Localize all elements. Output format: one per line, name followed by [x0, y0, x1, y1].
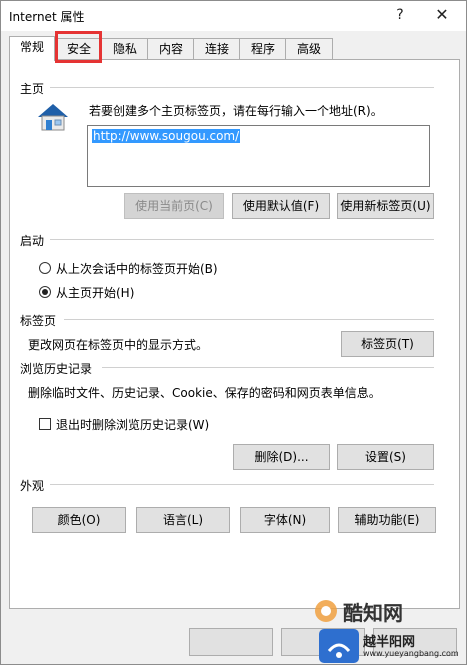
startup-divider	[50, 239, 434, 240]
general-panel: 主页 若要创建多个主页标签页，请在每行输入一个地址(R)。 http://www…	[9, 59, 460, 609]
delete-on-exit-label: 退出时删除浏览历史记录(W)	[56, 418, 210, 432]
close-button[interactable]: ✕	[429, 4, 455, 26]
accessibility-button[interactable]: 辅助功能(E)	[338, 507, 436, 533]
homepage-url-textarea[interactable]: http://www.sougou.com/	[87, 125, 430, 187]
homepage-url-text: http://www.sougou.com/	[92, 129, 241, 143]
watermark-flame-icon	[315, 600, 337, 622]
tabs-settings-button[interactable]: 标签页(T)	[341, 331, 434, 357]
tabs-divider	[64, 319, 434, 320]
tab-general[interactable]: 常规	[9, 36, 55, 61]
tab-content[interactable]: 内容	[147, 38, 195, 59]
start-homepage-label: 从主页开始(H)	[56, 286, 135, 300]
appearance-section-label: 外观	[20, 479, 45, 493]
homepage-section-label: 主页	[20, 82, 45, 96]
title-bar: Internet 属性 ? ✕	[1, 1, 466, 31]
homepage-instructions: 若要创建多个主页标签页，请在每行输入一个地址(R)。	[89, 104, 383, 118]
delete-history-button[interactable]: 删除(D)...	[233, 444, 330, 470]
last-session-label: 从上次会话中的标签页开始(B)	[56, 262, 218, 276]
history-description: 删除临时文件、历史记录、Cookie、保存的密码和网页表单信息。	[28, 386, 381, 400]
delete-on-exit-checkbox[interactable]	[39, 418, 51, 430]
watermark-site-name: 越半阳网	[363, 635, 416, 650]
tabs-section-label: 标签页	[20, 314, 57, 328]
watermark-brand: 酷知网	[343, 601, 403, 625]
help-button[interactable]: ?	[387, 4, 413, 26]
tab-connections[interactable]: 连接	[193, 38, 241, 59]
radio-start-homepage[interactable]	[39, 286, 51, 298]
tab-programs[interactable]: 程序	[239, 38, 287, 59]
homepage-divider	[50, 87, 434, 88]
tab-privacy[interactable]: 隐私	[101, 38, 149, 59]
tabs-description: 更改网页在标签页中的显示方式。	[28, 338, 209, 352]
ok-button[interactable]	[189, 628, 273, 656]
watermark-wifi-icon	[319, 629, 359, 663]
colors-button[interactable]: 颜色(O)	[32, 507, 126, 533]
fonts-button[interactable]: 字体(N)	[240, 507, 330, 533]
window-title: Internet 属性	[9, 10, 85, 24]
history-divider	[102, 367, 434, 368]
radio-last-session[interactable]	[39, 262, 51, 274]
use-current-button[interactable]: 使用当前页(C)	[124, 193, 224, 219]
house-icon	[38, 104, 68, 131]
tab-advanced[interactable]: 高级	[285, 38, 333, 59]
history-settings-button[interactable]: 设置(S)	[337, 444, 434, 470]
appearance-divider	[50, 484, 434, 485]
security-tab-highlight	[55, 31, 102, 63]
internet-options-window: Internet 属性 ? ✕ 常规 安全 隐私 内容 连接 程序 高级 主页 …	[0, 0, 467, 665]
use-default-button[interactable]: 使用默认值(F)	[232, 193, 330, 219]
watermark-site-url: www.yueyangbang.com	[363, 649, 459, 658]
history-section-label: 浏览历史记录	[20, 362, 93, 376]
languages-button[interactable]: 语言(L)	[136, 507, 230, 533]
use-new-tab-button[interactable]: 使用新标签页(U)	[337, 193, 434, 219]
startup-section-label: 启动	[20, 234, 45, 248]
